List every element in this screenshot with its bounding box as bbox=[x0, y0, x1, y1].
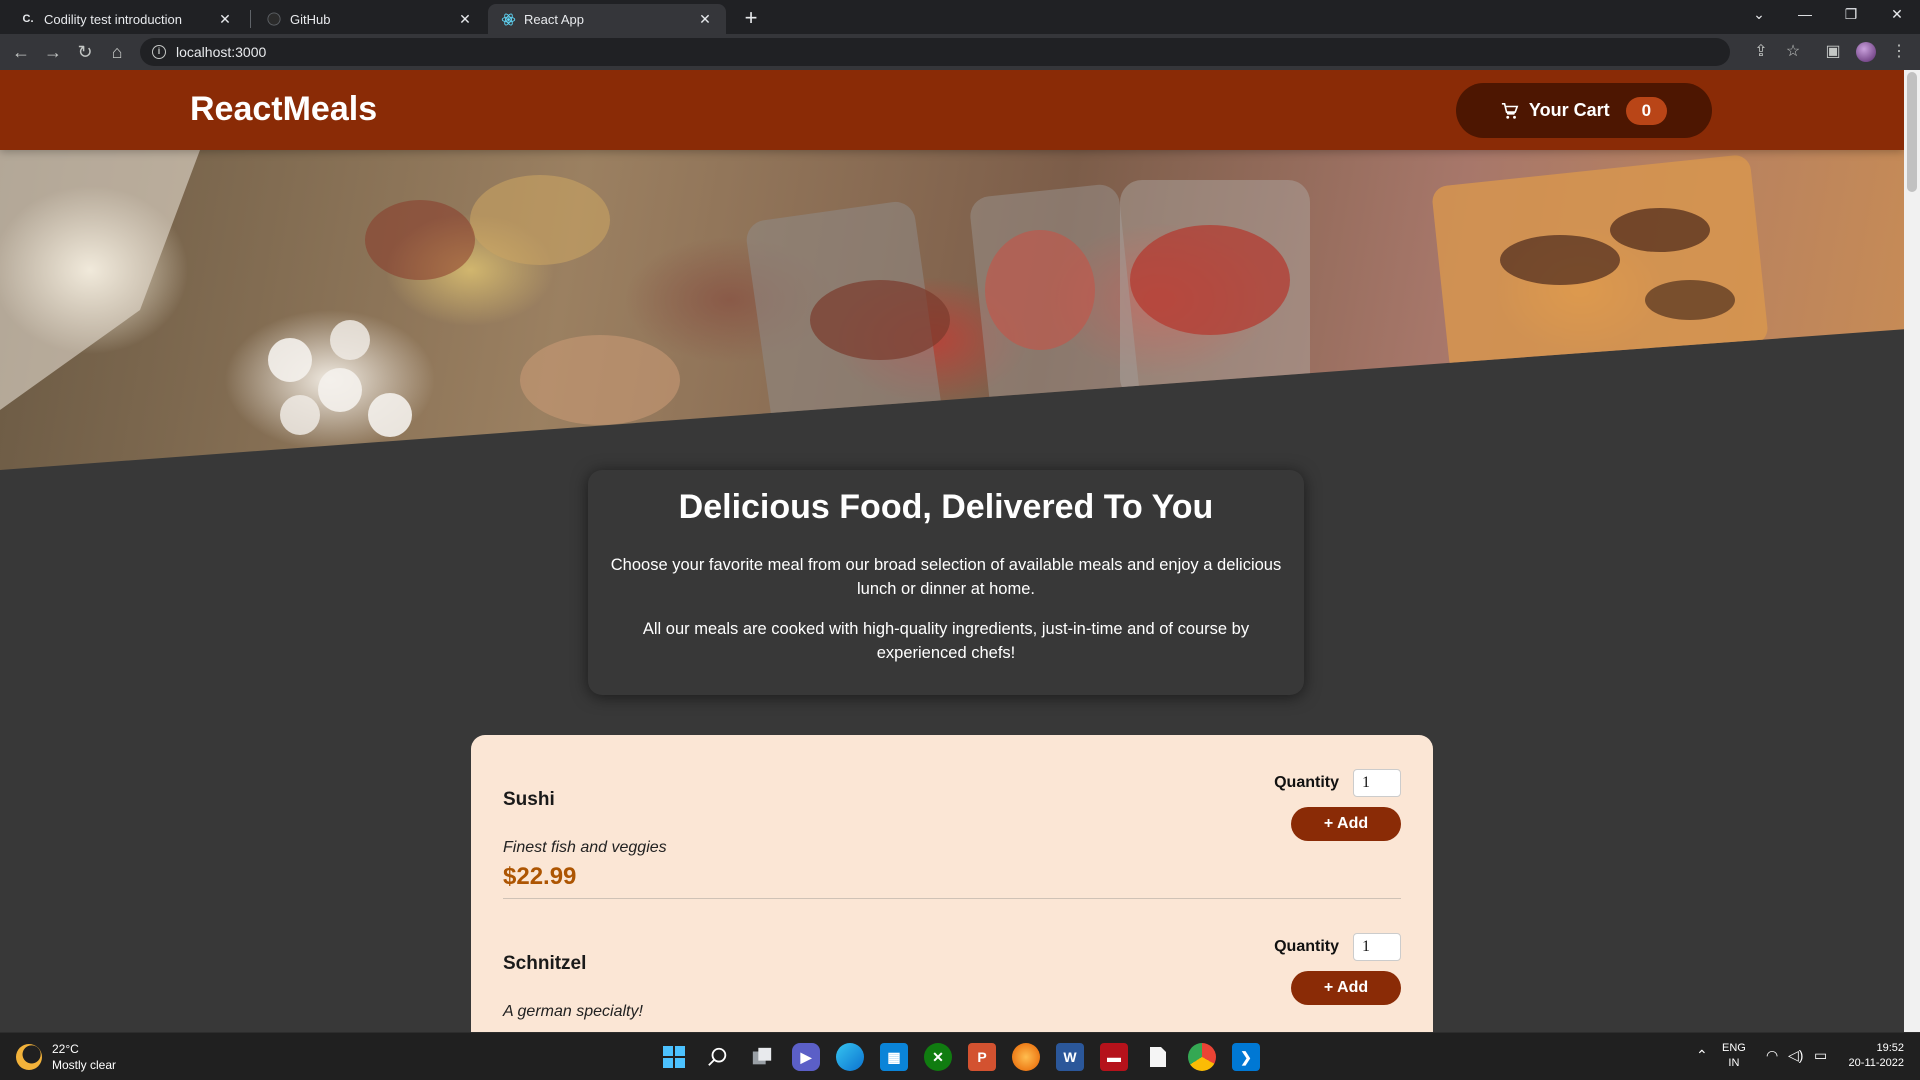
reload-icon[interactable]: ↻ bbox=[72, 39, 98, 65]
quantity-label: Quantity bbox=[1274, 938, 1339, 955]
quantity-row: Quantity bbox=[1274, 769, 1401, 797]
weather-widget[interactable]: 22°C Mostly clear bbox=[16, 1041, 116, 1073]
home-icon[interactable]: ⌂ bbox=[104, 39, 130, 65]
tab-github[interactable]: GitHub ✕ bbox=[254, 4, 486, 34]
buffet-platters-graphic bbox=[0, 150, 1768, 459]
url-bar[interactable]: i localhost:3000 bbox=[140, 38, 1730, 66]
summary-text: Choose your favorite meal from our broad… bbox=[610, 556, 1282, 598]
close-icon[interactable]: ✕ bbox=[696, 10, 714, 28]
meal-name: Schnitzel bbox=[503, 953, 587, 974]
language-code: ENG bbox=[1722, 1042, 1746, 1054]
share-icon[interactable]: ⇪ bbox=[1748, 39, 1774, 65]
windows-start-icon[interactable] bbox=[660, 1043, 688, 1071]
tab-codility[interactable]: C. Codility test introduction ✕ bbox=[8, 4, 246, 34]
app-header: ReactMeals Your Cart 0 bbox=[0, 70, 1904, 150]
file-icon[interactable] bbox=[1144, 1043, 1172, 1071]
meal-description: Finest fish and veggies bbox=[503, 839, 667, 856]
meal-item: Schnitzel A german specialty! Quantity +… bbox=[503, 899, 1401, 1032]
xbox-icon[interactable]: ✕ bbox=[924, 1043, 952, 1071]
menu-kebab-icon[interactable]: ⋮ bbox=[1886, 39, 1912, 65]
forward-icon[interactable]: → bbox=[40, 39, 66, 65]
add-to-cart-button[interactable]: + Add bbox=[1291, 807, 1401, 841]
hero-food-image bbox=[0, 150, 1904, 470]
brand-title: ReactMeals bbox=[190, 90, 378, 128]
tab-separator bbox=[250, 10, 251, 28]
page-scrollbar[interactable] bbox=[1904, 70, 1920, 1032]
store-icon[interactable]: ▦ bbox=[880, 1043, 908, 1071]
summary-title: Delicious Food, Delivered To You bbox=[678, 488, 1214, 526]
codility-favicon-icon: C. bbox=[22, 13, 34, 25]
react-icon bbox=[500, 11, 516, 27]
wifi-icon[interactable]: ◠ bbox=[1766, 1047, 1778, 1064]
close-icon[interactable]: ✕ bbox=[216, 10, 234, 28]
site-info-icon[interactable]: i bbox=[152, 45, 166, 59]
summary-text: All our meals are cooked with high-quali… bbox=[642, 620, 1250, 662]
clock[interactable]: 19:52 20-11-2022 bbox=[1840, 1041, 1904, 1071]
meals-summary: Delicious Food, Delivered To You Choose … bbox=[588, 470, 1304, 695]
chevron-up-icon[interactable]: ⌃ bbox=[1696, 1047, 1708, 1064]
window-close-button[interactable]: ✕ bbox=[1874, 0, 1920, 30]
cart-icon bbox=[1501, 102, 1519, 119]
back-icon[interactable]: ← bbox=[8, 39, 34, 65]
tab-label: React App bbox=[524, 11, 584, 27]
tab-react-app[interactable]: React App ✕ bbox=[488, 4, 726, 34]
add-to-cart-button[interactable]: + Add bbox=[1291, 971, 1401, 1005]
weather-desc: Mostly clear bbox=[52, 1058, 117, 1072]
url-text: localhost:3000 bbox=[176, 44, 267, 60]
quantity-label: Quantity bbox=[1274, 774, 1339, 791]
clock-time: 19:52 bbox=[1876, 1042, 1904, 1054]
chrome-icon[interactable] bbox=[1188, 1043, 1216, 1071]
quantity-input[interactable] bbox=[1353, 933, 1401, 961]
browser-tab-strip: C. Codility test introduction ✕ GitHub ✕… bbox=[0, 0, 1920, 34]
search-icon[interactable] bbox=[704, 1043, 732, 1071]
volume-icon[interactable]: ◁) bbox=[1788, 1047, 1803, 1064]
cart-button[interactable]: Your Cart 0 bbox=[1456, 83, 1712, 138]
page-viewport: ReactMeals Your Cart 0 Delicious Food, D… bbox=[0, 70, 1904, 1032]
tab-label: Codility test introduction bbox=[44, 11, 183, 27]
github-icon bbox=[266, 11, 282, 27]
tab-label: GitHub bbox=[290, 11, 331, 27]
tab-search-icon[interactable]: ⌄ bbox=[1736, 0, 1782, 30]
cart-count-badge: 0 bbox=[1625, 96, 1668, 125]
firefox-icon[interactable] bbox=[1012, 1043, 1040, 1071]
battery-icon[interactable]: ▭ bbox=[1814, 1047, 1827, 1064]
available-meals-card: Sushi Finest fish and veggies $22.99 Qua… bbox=[471, 735, 1433, 1032]
quantity-input[interactable] bbox=[1353, 769, 1401, 797]
restore-button[interactable]: ❐ bbox=[1828, 0, 1874, 30]
meal-price: $22.99 bbox=[503, 863, 577, 890]
word-icon[interactable]: W bbox=[1056, 1043, 1084, 1071]
language-region: IN bbox=[1728, 1057, 1740, 1069]
clock-date: 20-11-2022 bbox=[1848, 1057, 1904, 1069]
meal-item: Sushi Finest fish and veggies $22.99 Qua… bbox=[503, 735, 1401, 899]
meal-name: Sushi bbox=[503, 789, 555, 810]
teams-chat-icon[interactable]: ▶ bbox=[792, 1043, 820, 1071]
task-view-icon[interactable] bbox=[748, 1043, 776, 1071]
scrollbar-thumb[interactable] bbox=[1907, 72, 1917, 192]
edge-icon[interactable] bbox=[836, 1043, 864, 1071]
profile-avatar[interactable] bbox=[1856, 42, 1876, 62]
quantity-row: Quantity bbox=[1274, 933, 1401, 961]
weather-temp: 22°C bbox=[52, 1042, 79, 1056]
app-red-icon[interactable]: ▬ bbox=[1100, 1043, 1128, 1071]
address-toolbar: ← → ↻ ⌂ i localhost:3000 ⇪ ☆ ▣ ⋮ bbox=[0, 34, 1920, 70]
os-taskbar: 22°C Mostly clear ▶ ▦ ✕ P W ▬ ❯ ⌃ ENG IN… bbox=[0, 1032, 1920, 1080]
side-panel-icon[interactable]: ▣ bbox=[1820, 39, 1846, 65]
close-icon[interactable]: ✕ bbox=[456, 10, 474, 28]
language-indicator[interactable]: ENG IN bbox=[1722, 1041, 1746, 1071]
minimize-button[interactable]: — bbox=[1782, 0, 1828, 30]
meal-description: A german specialty! bbox=[503, 1003, 643, 1020]
new-tab-button[interactable]: + bbox=[738, 6, 764, 32]
powerpoint-icon[interactable]: P bbox=[968, 1043, 996, 1071]
moon-weather-icon bbox=[16, 1044, 42, 1070]
vscode-icon[interactable]: ❯ bbox=[1232, 1043, 1260, 1071]
bookmark-star-icon[interactable]: ☆ bbox=[1780, 39, 1806, 65]
cart-label: Your Cart bbox=[1528, 100, 1610, 120]
